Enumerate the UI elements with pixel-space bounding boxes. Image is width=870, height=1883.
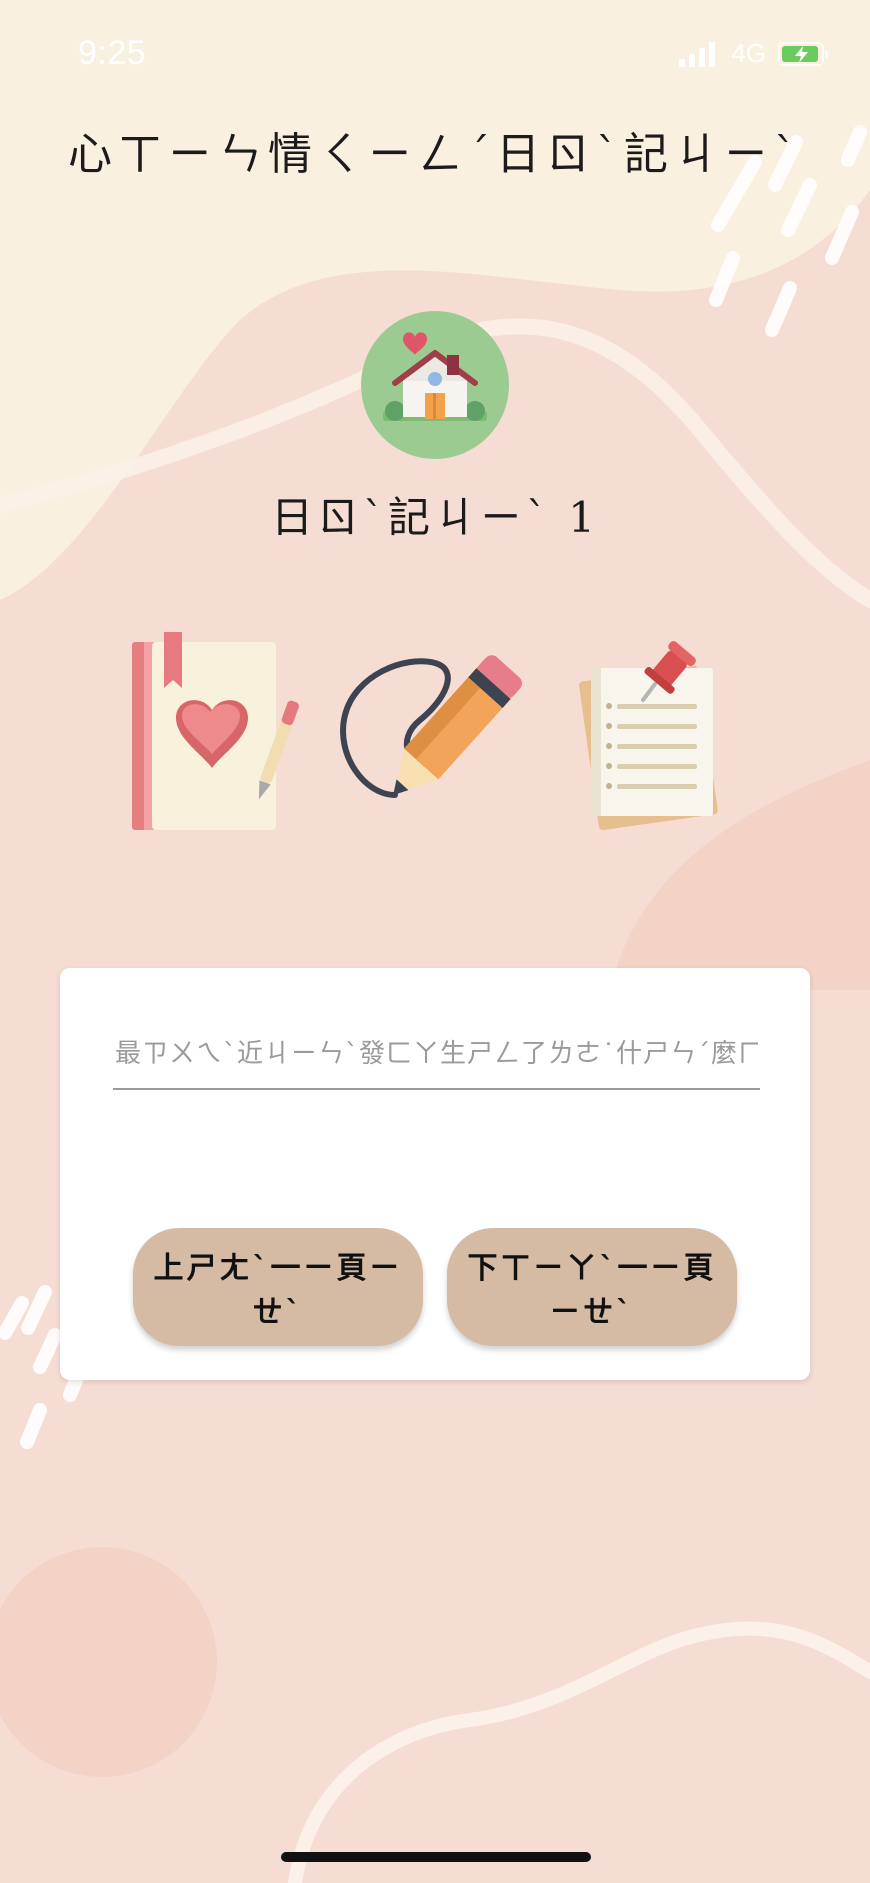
screen: 9:25 4G 心ㄒㄧㄣ情ㄑㄧㄥˊ日ㄖˋ記ㄐㄧˋ 日ㄖˋ記ㄐㄧˋ 1 最ㄗㄨㄟˋ…	[0, 0, 870, 1883]
diary-entry-input[interactable]	[113, 1028, 760, 1090]
diary-avatar[interactable]	[361, 311, 509, 459]
network-type: 4G	[731, 38, 766, 68]
previous-page-button[interactable]: 上ㄕㄤˋ一ㄧ頁ㄧㄝˋ	[133, 1228, 423, 1346]
battery-charging-icon	[778, 41, 828, 66]
status-indicators: 4G	[679, 38, 830, 69]
pencil-scribble-icon	[340, 655, 522, 798]
pinned-notes-icon	[579, 641, 718, 830]
house-with-heart-icon	[383, 332, 487, 421]
home-indicator[interactable]	[281, 1852, 591, 1862]
signal-icon	[679, 41, 716, 67]
status-time: 9:25	[78, 34, 147, 72]
next-page-button[interactable]: 下ㄒㄧㄚˋ一ㄧ頁ㄧㄝˋ	[447, 1228, 737, 1346]
diary-name: 日ㄖˋ記ㄐㄧˋ 1	[270, 493, 600, 542]
heart-book-icon	[132, 632, 299, 830]
page-title: 心ㄒㄧㄣ情ㄑㄧㄥˊ日ㄖˋ記ㄐㄧˋ	[68, 129, 802, 180]
entry-card: 上ㄕㄤˋ一ㄧ頁ㄧㄝˋ 下ㄒㄧㄚˋ一ㄧ頁ㄧㄝˋ	[60, 968, 810, 1380]
background-decoration	[0, 0, 870, 1883]
